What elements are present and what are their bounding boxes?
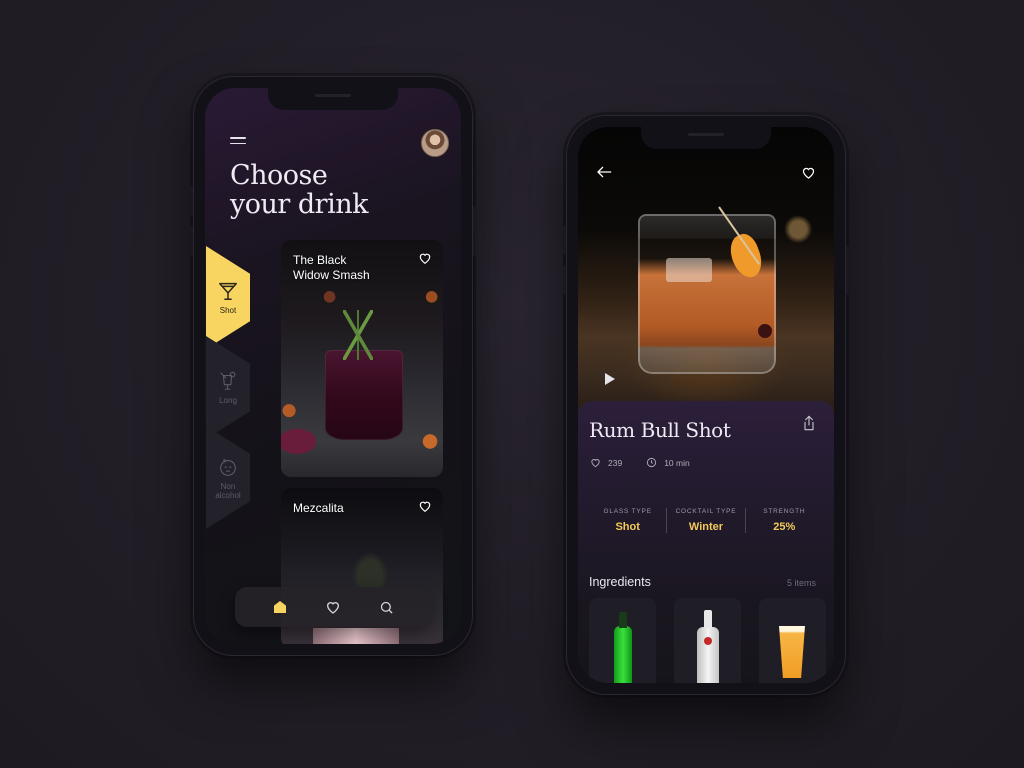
clock-icon: [647, 457, 657, 468]
category-label: Non alcohol: [215, 482, 240, 500]
ingredients-title: Ingredients: [589, 575, 651, 589]
stat-label: STRENGTH: [763, 508, 806, 515]
stat-value: 25%: [773, 521, 796, 533]
drink-image: [325, 350, 403, 440]
category-tab-non-alcohol[interactable]: Non alcohol: [206, 426, 250, 529]
hamburger-menu-icon[interactable]: [230, 137, 246, 145]
drink-stats: GLASS TYPE Shot COCKTAIL TYPE Winter STR…: [589, 508, 823, 533]
drink-card-name: The Black Widow Smash: [293, 253, 393, 283]
stat-label: GLASS TYPE: [603, 508, 652, 515]
phone-drink-detail: Rum Bull Shot 239 10 min GLASS TYPE Shot…: [563, 115, 849, 695]
cherry: [758, 324, 772, 338]
stat-value: Shot: [615, 521, 640, 533]
play-icon[interactable]: [605, 373, 615, 385]
white-rum-bottle-image: [697, 610, 719, 683]
drink-meta: 239 10 min: [590, 457, 714, 468]
stat-cocktail-type: COCKTAIL TYPE Winter: [667, 508, 746, 533]
phone-side-button: [190, 226, 193, 256]
category-tab-long[interactable]: Long: [206, 336, 250, 439]
category-label-line1: Non: [220, 481, 236, 491]
ingredients-count[interactable]: 5 items: [787, 578, 816, 588]
phone-side-button: [190, 186, 193, 216]
ingredients-list: [589, 598, 826, 683]
page-title-line1: Choose: [230, 160, 328, 191]
ingredients-header: Ingredients 5 items: [589, 575, 816, 589]
sober-face-icon: [220, 458, 236, 476]
phone-side-button: [563, 265, 566, 295]
stat-value: Winter: [688, 521, 724, 533]
page-title: Choose your drink: [230, 161, 368, 219]
drink-card-name: Mezcalita: [293, 501, 344, 515]
orange-peel: [725, 230, 767, 282]
phone-side-button: [563, 225, 566, 255]
category-label: Shot: [219, 306, 237, 315]
drink-info-panel: Rum Bull Shot 239 10 min GLASS TYPE Shot…: [578, 401, 834, 683]
beer-glass-image: [779, 626, 805, 678]
ingredient-item[interactable]: [674, 598, 741, 683]
heart-icon[interactable]: [418, 499, 432, 513]
heart-icon[interactable]: [418, 251, 432, 265]
likes-count[interactable]: 239: [590, 457, 622, 468]
likes-value: 239: [608, 457, 623, 468]
drink-name-line2: Widow Smash: [293, 268, 370, 282]
heart-icon: [326, 602, 339, 614]
garnish-image: [343, 310, 373, 360]
phone-notch: [268, 88, 398, 110]
martini-glass-icon: [219, 282, 237, 300]
phone-side-button: [473, 206, 476, 256]
drink-hero-image: [578, 127, 834, 419]
phone-drink-list: Choose your drink Shot Long Non alcohol …: [190, 76, 476, 656]
long-drink-icon: [220, 371, 236, 390]
drink-title: Rum Bull Shot: [589, 418, 731, 442]
nav-home[interactable]: [271, 598, 289, 616]
phone-notch: [641, 127, 771, 149]
nav-search[interactable]: [377, 598, 395, 616]
green-liqueur-bottle-image: [614, 612, 632, 683]
drink-name-line1: The Black: [293, 253, 347, 267]
drink-image: [313, 628, 399, 644]
page-title-line2: your drink: [230, 189, 368, 220]
screen-drink-detail: Rum Bull Shot 239 10 min GLASS TYPE Shot…: [578, 127, 834, 683]
category-tabs: Shot Long Non alcohol: [206, 246, 251, 529]
stat-label: COCKTAIL TYPE: [675, 508, 737, 515]
drink-card[interactable]: The Black Widow Smash: [281, 240, 443, 477]
ingredient-item[interactable]: [759, 598, 826, 683]
bottom-nav: [235, 587, 431, 627]
cocktail-glass-image: [638, 214, 776, 374]
arrow-left-icon[interactable]: [596, 165, 612, 179]
user-avatar[interactable]: [421, 129, 449, 157]
ingredient-item[interactable]: [589, 598, 656, 683]
ice-cube: [666, 258, 712, 282]
heart-icon: [591, 459, 600, 468]
home-icon: [273, 601, 286, 613]
stat-glass-type: GLASS TYPE Shot: [589, 508, 668, 533]
phone-side-button: [846, 245, 849, 295]
prep-time-value: 10 min: [664, 457, 690, 468]
screen-drink-list: Choose your drink Shot Long Non alcohol …: [205, 88, 461, 644]
stat-strength: STRENGTH 25%: [746, 508, 823, 533]
nav-favorites[interactable]: [324, 598, 342, 616]
share-icon[interactable]: [802, 415, 816, 431]
heart-icon[interactable]: [801, 165, 816, 180]
category-label-line2: alcohol: [215, 490, 241, 500]
prep-time: 10 min: [646, 457, 690, 468]
category-label: Long: [219, 396, 237, 405]
search-icon: [380, 601, 393, 614]
category-tab-shot[interactable]: Shot: [206, 246, 250, 349]
